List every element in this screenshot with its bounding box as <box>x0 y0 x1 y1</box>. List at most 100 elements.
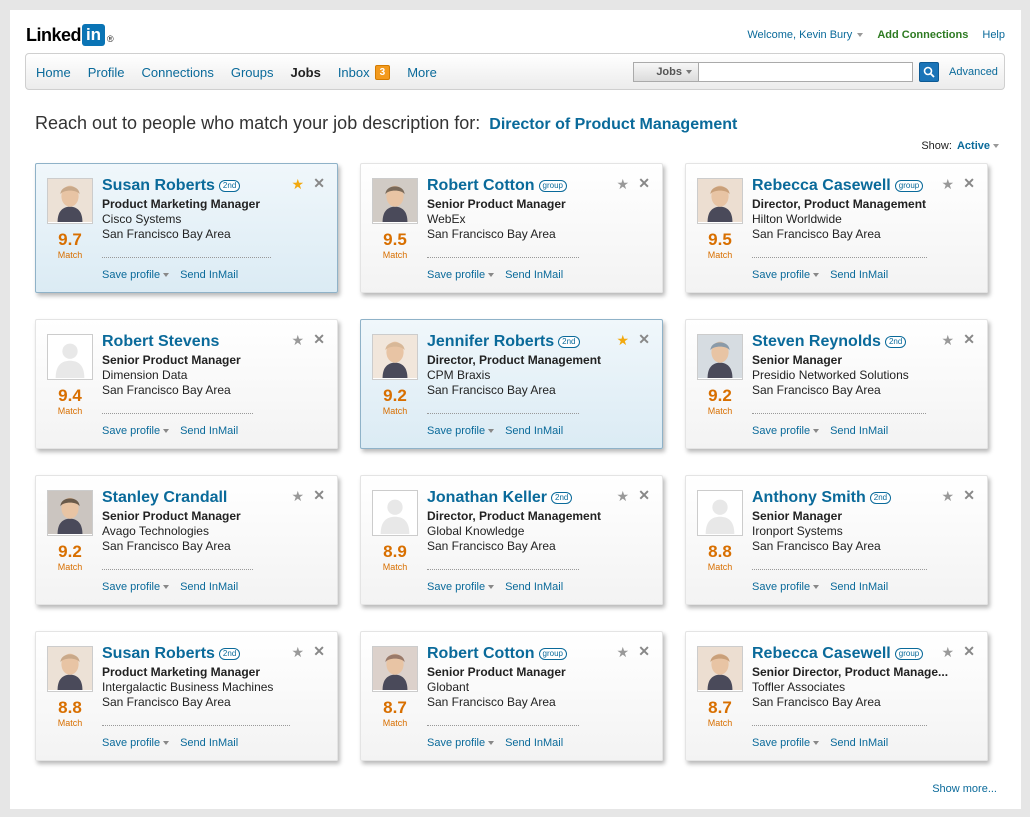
close-icon[interactable]: ✕ <box>963 488 975 502</box>
save-profile-button[interactable]: Save profile <box>427 425 495 437</box>
close-icon[interactable]: ✕ <box>313 488 325 502</box>
avatar[interactable] <box>697 646 743 692</box>
candidate-card[interactable]: 8.7 Match Rebecca Casewell group Senior … <box>685 631 988 761</box>
linkedin-logo[interactable]: Linked in ® <box>26 23 114 47</box>
help-link[interactable]: Help <box>982 29 1005 41</box>
avatar[interactable] <box>697 490 743 536</box>
candidate-card[interactable]: 9.5 Match Robert Cotton group Senior Pro… <box>360 163 663 293</box>
candidate-name-link[interactable]: Susan Roberts <box>102 645 215 663</box>
star-icon[interactable]: ★ <box>291 645 304 659</box>
avatar[interactable] <box>372 490 418 536</box>
candidate-name-link[interactable]: Rebecca Casewell <box>752 645 891 663</box>
close-icon[interactable]: ✕ <box>638 332 650 346</box>
candidate-name-link[interactable]: Anthony Smith <box>752 489 866 507</box>
candidate-card[interactable]: 8.7 Match Robert Cotton group Senior Pro… <box>360 631 663 761</box>
candidate-card[interactable]: 9.2 Match Steven Reynolds 2nd Senior Man… <box>685 319 988 449</box>
candidate-card[interactable]: 8.9 Match Jonathan Keller 2nd Director, … <box>360 475 663 605</box>
advanced-search-link[interactable]: Advanced <box>949 66 998 78</box>
send-inmail-link[interactable]: Send InMail <box>505 737 563 749</box>
star-icon[interactable]: ★ <box>291 177 304 191</box>
nav-groups[interactable]: Groups <box>231 65 274 80</box>
send-inmail-link[interactable]: Send InMail <box>830 581 888 593</box>
search-button[interactable] <box>919 62 939 82</box>
job-title-link[interactable]: Director of Product Management <box>489 116 737 133</box>
send-inmail-link[interactable]: Send InMail <box>830 737 888 749</box>
candidate-name-link[interactable]: Jonathan Keller <box>427 489 547 507</box>
show-filter-dropdown[interactable]: Active <box>955 140 999 152</box>
star-icon[interactable]: ★ <box>941 645 954 659</box>
close-icon[interactable]: ✕ <box>638 644 650 658</box>
save-profile-button[interactable]: Save profile <box>427 737 495 749</box>
star-icon[interactable]: ★ <box>616 645 629 659</box>
avatar[interactable] <box>47 646 93 692</box>
star-icon[interactable]: ★ <box>291 333 304 347</box>
close-icon[interactable]: ✕ <box>963 332 975 346</box>
avatar[interactable] <box>697 334 743 380</box>
avatar[interactable] <box>47 490 93 536</box>
nav-profile[interactable]: Profile <box>88 65 125 80</box>
star-icon[interactable]: ★ <box>291 489 304 503</box>
save-profile-button[interactable]: Save profile <box>102 737 170 749</box>
save-profile-button[interactable]: Save profile <box>427 269 495 281</box>
save-profile-button[interactable]: Save profile <box>752 581 820 593</box>
save-profile-button[interactable]: Save profile <box>427 581 495 593</box>
candidate-name-link[interactable]: Steven Reynolds <box>752 333 881 351</box>
send-inmail-link[interactable]: Send InMail <box>180 581 238 593</box>
send-inmail-link[interactable]: Send InMail <box>505 269 563 281</box>
candidate-name-link[interactable]: Susan Roberts <box>102 177 215 195</box>
star-icon[interactable]: ★ <box>941 489 954 503</box>
close-icon[interactable]: ✕ <box>963 176 975 190</box>
close-icon[interactable]: ✕ <box>638 176 650 190</box>
candidate-name-link[interactable]: Robert Stevens <box>102 333 219 351</box>
avatar[interactable] <box>372 178 418 224</box>
send-inmail-link[interactable]: Send InMail <box>830 269 888 281</box>
candidate-name-link[interactable]: Robert Cotton <box>427 177 535 195</box>
candidate-card[interactable]: 9.4 Match Robert Stevens Senior Product … <box>35 319 338 449</box>
avatar[interactable] <box>47 334 93 380</box>
save-profile-button[interactable]: Save profile <box>752 269 820 281</box>
star-icon[interactable]: ★ <box>941 177 954 191</box>
close-icon[interactable]: ✕ <box>638 488 650 502</box>
close-icon[interactable]: ✕ <box>313 332 325 346</box>
star-icon[interactable]: ★ <box>941 333 954 347</box>
save-profile-button[interactable]: Save profile <box>102 269 170 281</box>
search-scope-select[interactable]: Jobs <box>633 62 699 82</box>
candidate-name-link[interactable]: Stanley Crandall <box>102 489 227 507</box>
star-icon[interactable]: ★ <box>616 177 629 191</box>
candidate-card[interactable]: 9.2 Match Stanley Crandall Senior Produc… <box>35 475 338 605</box>
candidate-name-link[interactable]: Robert Cotton <box>427 645 535 663</box>
close-icon[interactable]: ✕ <box>313 176 325 190</box>
nav-jobs[interactable]: Jobs <box>290 65 320 80</box>
send-inmail-link[interactable]: Send InMail <box>180 269 238 281</box>
candidate-card[interactable]: 9.7 Match Susan Roberts 2nd Product Mark… <box>35 163 338 293</box>
candidate-card[interactable]: 8.8 Match Anthony Smith 2nd Senior Manag… <box>685 475 988 605</box>
save-profile-button[interactable]: Save profile <box>102 425 170 437</box>
candidate-card[interactable]: 9.5 Match Rebecca Casewell group Directo… <box>685 163 988 293</box>
avatar[interactable] <box>697 178 743 224</box>
candidate-name-link[interactable]: Jennifer Roberts <box>427 333 554 351</box>
save-profile-button[interactable]: Save profile <box>102 581 170 593</box>
avatar[interactable] <box>47 178 93 224</box>
show-more-link[interactable]: Show more... <box>932 783 997 795</box>
send-inmail-link[interactable]: Send InMail <box>830 425 888 437</box>
close-icon[interactable]: ✕ <box>963 644 975 658</box>
search-input[interactable] <box>699 62 913 82</box>
candidate-card[interactable]: 8.8 Match Susan Roberts 2nd Product Mark… <box>35 631 338 761</box>
nav-inbox[interactable]: Inbox 3 <box>338 65 391 80</box>
candidate-name-link[interactable]: Rebecca Casewell <box>752 177 891 195</box>
candidate-card[interactable]: 9.2 Match Jennifer Roberts 2nd Director,… <box>360 319 663 449</box>
send-inmail-link[interactable]: Send InMail <box>180 737 238 749</box>
star-icon[interactable]: ★ <box>616 333 629 347</box>
send-inmail-link[interactable]: Send InMail <box>505 581 563 593</box>
star-icon[interactable]: ★ <box>616 489 629 503</box>
send-inmail-link[interactable]: Send InMail <box>505 425 563 437</box>
avatar[interactable] <box>372 646 418 692</box>
save-profile-button[interactable]: Save profile <box>752 425 820 437</box>
add-connections-link[interactable]: Add Connections <box>877 29 968 41</box>
welcome-menu[interactable]: Welcome, Kevin Bury <box>747 29 864 41</box>
nav-more[interactable]: More <box>407 65 437 80</box>
nav-connections[interactable]: Connections <box>142 65 214 80</box>
save-profile-button[interactable]: Save profile <box>752 737 820 749</box>
avatar[interactable] <box>372 334 418 380</box>
send-inmail-link[interactable]: Send InMail <box>180 425 238 437</box>
